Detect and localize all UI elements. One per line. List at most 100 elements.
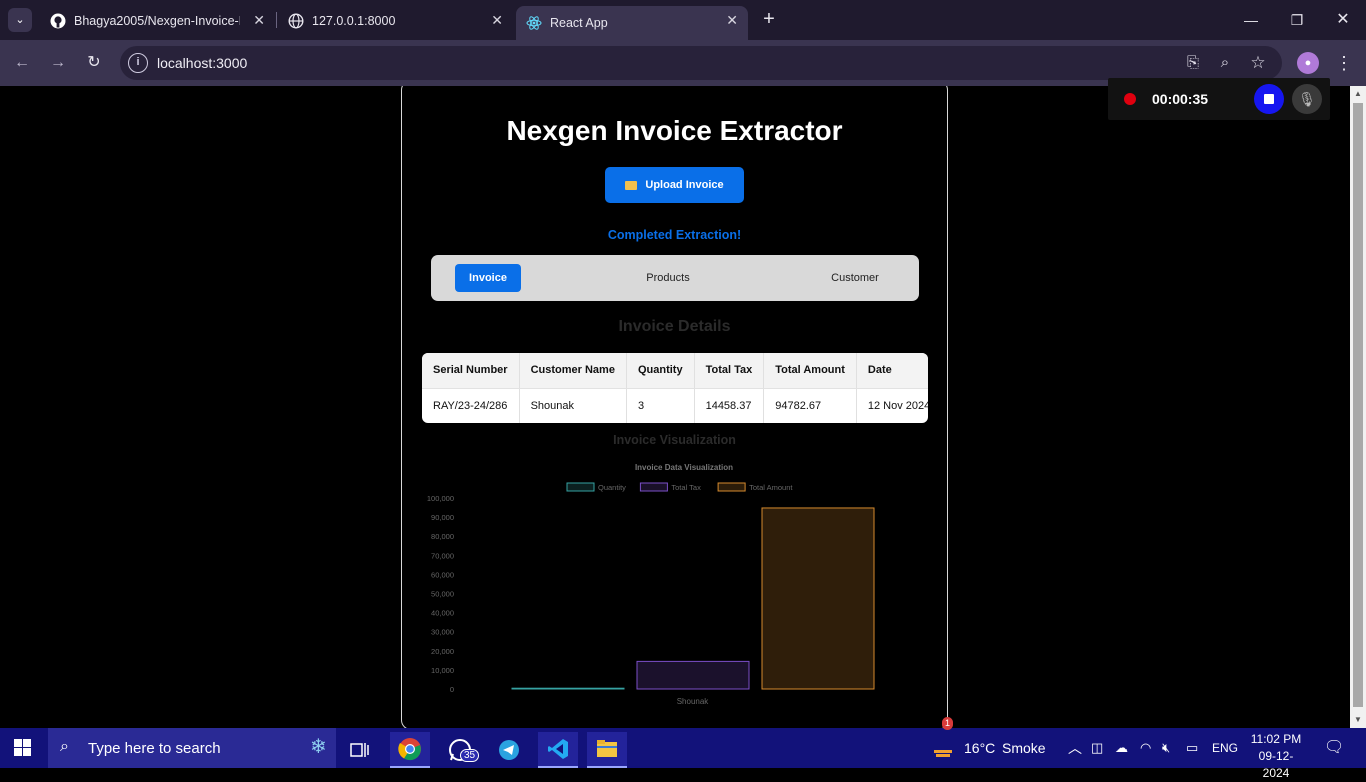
- file-explorer-taskbar-icon[interactable]: [587, 732, 627, 768]
- recording-indicator-icon: [1124, 93, 1136, 105]
- column-header: Quantity: [626, 353, 695, 389]
- legend-swatch: [639, 482, 668, 492]
- minimize-icon[interactable]: —: [1239, 8, 1263, 32]
- browser-tab-bar: ⌄ Bhagya2005/Nexgen-Invoice-Ex ✕ 127.0.0…: [0, 0, 1366, 40]
- table-cell: 14458.37: [694, 388, 765, 423]
- legend-swatch: [717, 482, 746, 492]
- volume-muted-icon[interactable]: 🔇︎: [1162, 728, 1170, 768]
- legend-label: Total Amount: [749, 483, 793, 492]
- tab-products[interactable]: Products: [631, 264, 705, 292]
- bar-quantity: [511, 687, 625, 690]
- whatsapp-taskbar-icon[interactable]: 35: [440, 732, 480, 768]
- invoice-details-heading: Invoice Details: [618, 318, 731, 335]
- table-cell: 94782.67: [763, 388, 857, 423]
- legend-label: Total Tax: [671, 483, 701, 492]
- scroll-down-icon[interactable]: ▼: [1350, 712, 1366, 728]
- url-text: localhost:3000: [157, 55, 248, 71]
- onedrive-cloud-icon[interactable]: ☁: [1115, 728, 1128, 768]
- table-cell: RAY/23-24/286: [422, 388, 520, 423]
- stop-recording-button[interactable]: [1254, 84, 1284, 114]
- y-tick-label: 50,000: [431, 590, 454, 599]
- screen-recorder-widget: 00:00:35 🎙: [1108, 78, 1330, 120]
- github-icon: [50, 13, 66, 29]
- zoom-icon[interactable]: ⌕: [1215, 53, 1235, 73]
- vscode-taskbar-icon[interactable]: [538, 732, 578, 768]
- legend-label: Quantity: [598, 483, 626, 492]
- table-cell: 3: [626, 388, 695, 423]
- close-tab-icon[interactable]: ✕: [726, 12, 738, 29]
- y-tick-label: 80,000: [431, 532, 454, 541]
- tab-customer[interactable]: Customer: [819, 264, 891, 292]
- notification-badge: 35: [460, 749, 480, 762]
- restore-icon[interactable]: ❐: [1285, 8, 1309, 32]
- show-hidden-icons-icon[interactable]: ︿: [1068, 728, 1082, 768]
- scroll-up-icon[interactable]: ▲: [1350, 86, 1366, 102]
- site-info-icon[interactable]: i: [128, 53, 148, 73]
- app-container: Nexgen Invoice Extractor Upload Invoice …: [401, 86, 948, 728]
- scrollbar-thumb[interactable]: [1353, 103, 1363, 707]
- tab-title: React App: [550, 16, 608, 30]
- address-bar[interactable]: i localhost:3000 ⎘ ⌕ ☆: [120, 46, 1282, 80]
- weather-badge: 1: [942, 717, 954, 730]
- windows-start-icon[interactable]: [14, 739, 32, 757]
- table-header-row: Serial Number Customer Name Quantity Tot…: [422, 353, 928, 389]
- search-icon: ⌕: [60, 738, 69, 755]
- close-tab-icon[interactable]: ✕: [253, 12, 265, 29]
- legend-swatch: [566, 482, 595, 492]
- table-row: RAY/23-24/286 Shounak 3 14458.37 94782.6…: [422, 388, 928, 423]
- system-clock[interactable]: 11:02 PM 09-12-2024: [1246, 731, 1306, 782]
- browser-menu-icon[interactable]: ⋮: [1334, 50, 1354, 76]
- wifi-icon[interactable]: ◠: [1140, 728, 1151, 768]
- tab-title: 127.0.0.1:8000: [312, 14, 396, 28]
- tab-search-button[interactable]: ⌄: [8, 8, 32, 32]
- close-tab-icon[interactable]: ✕: [491, 12, 503, 29]
- folder-icon: [625, 180, 638, 190]
- close-window-icon[interactable]: ✕: [1331, 8, 1355, 32]
- install-app-icon[interactable]: ⎘: [1183, 53, 1203, 73]
- taskbar-search[interactable]: ⌕ Type here to search ❄: [48, 728, 336, 768]
- weather-icon[interactable]: 1: [932, 717, 954, 768]
- language-indicator[interactable]: ENG: [1212, 728, 1238, 768]
- bookmark-star-icon[interactable]: ☆: [1248, 53, 1268, 73]
- upload-invoice-button[interactable]: Upload Invoice: [605, 167, 744, 203]
- column-header: Total Tax: [694, 353, 765, 389]
- column-header: Serial Number: [422, 353, 520, 389]
- clock-date: 09-12-2024: [1258, 749, 1294, 780]
- y-tick-label: 100,000: [427, 494, 454, 503]
- back-arrow-icon[interactable]: ←: [9, 50, 35, 76]
- page-title: Nexgen Invoice Extractor: [506, 115, 843, 146]
- y-tick-label: 70,000: [431, 551, 454, 560]
- visualization-heading: Invoice Visualization: [613, 433, 736, 447]
- notifications-icon[interactable]: 🗨︎: [1324, 728, 1344, 768]
- telegram-taskbar-icon[interactable]: [489, 732, 529, 768]
- column-header: Date: [856, 353, 928, 389]
- recording-timer: 00:00:35: [1152, 91, 1209, 107]
- windows-taskbar: ⌕ Type here to search ❄ 35 1 16°C Smoke …: [0, 717, 1366, 780]
- y-tick-label: 90,000: [431, 513, 454, 522]
- battery-icon[interactable]: ▭: [1186, 728, 1198, 768]
- profile-avatar-icon[interactable]: ●: [1297, 52, 1319, 74]
- react-icon: [526, 15, 542, 31]
- mic-muted-icon[interactable]: 🎙: [1292, 84, 1322, 114]
- task-view-icon[interactable]: [340, 732, 380, 768]
- reload-icon[interactable]: ↻: [81, 50, 107, 76]
- chrome-taskbar-icon[interactable]: [390, 732, 430, 768]
- page-viewport: Nexgen Invoice Extractor Upload Invoice …: [0, 86, 1350, 728]
- x-tick-label: Shounak: [677, 697, 710, 706]
- y-tick-label: 30,000: [431, 628, 454, 637]
- camera-icon[interactable]: ◫: [1091, 728, 1103, 768]
- column-header: Customer Name: [519, 353, 627, 389]
- tab-localhost-8000[interactable]: 127.0.0.1:8000 ✕: [278, 6, 513, 36]
- upload-invoice-label: Upload Invoice: [645, 179, 724, 191]
- invoice-bar-chart: Invoice Data Visualization Quantity Total …: [427, 463, 875, 706]
- tab-github[interactable]: Bhagya2005/Nexgen-Invoice-Ex ✕: [40, 6, 275, 36]
- tab-react-app[interactable]: React App ✕: [516, 6, 748, 40]
- new-tab-button[interactable]: +: [758, 8, 780, 30]
- y-tick-label: 60,000: [431, 570, 454, 579]
- tab-invoice[interactable]: Invoice: [455, 264, 521, 292]
- table-cell: 12 Nov 2024: [867, 399, 928, 412]
- page-scrollbar[interactable]: ▲ ▼: [1350, 86, 1366, 728]
- bar-total-tax: [636, 660, 750, 690]
- forward-arrow-icon[interactable]: →: [45, 50, 71, 76]
- search-placeholder: Type here to search: [88, 740, 221, 757]
